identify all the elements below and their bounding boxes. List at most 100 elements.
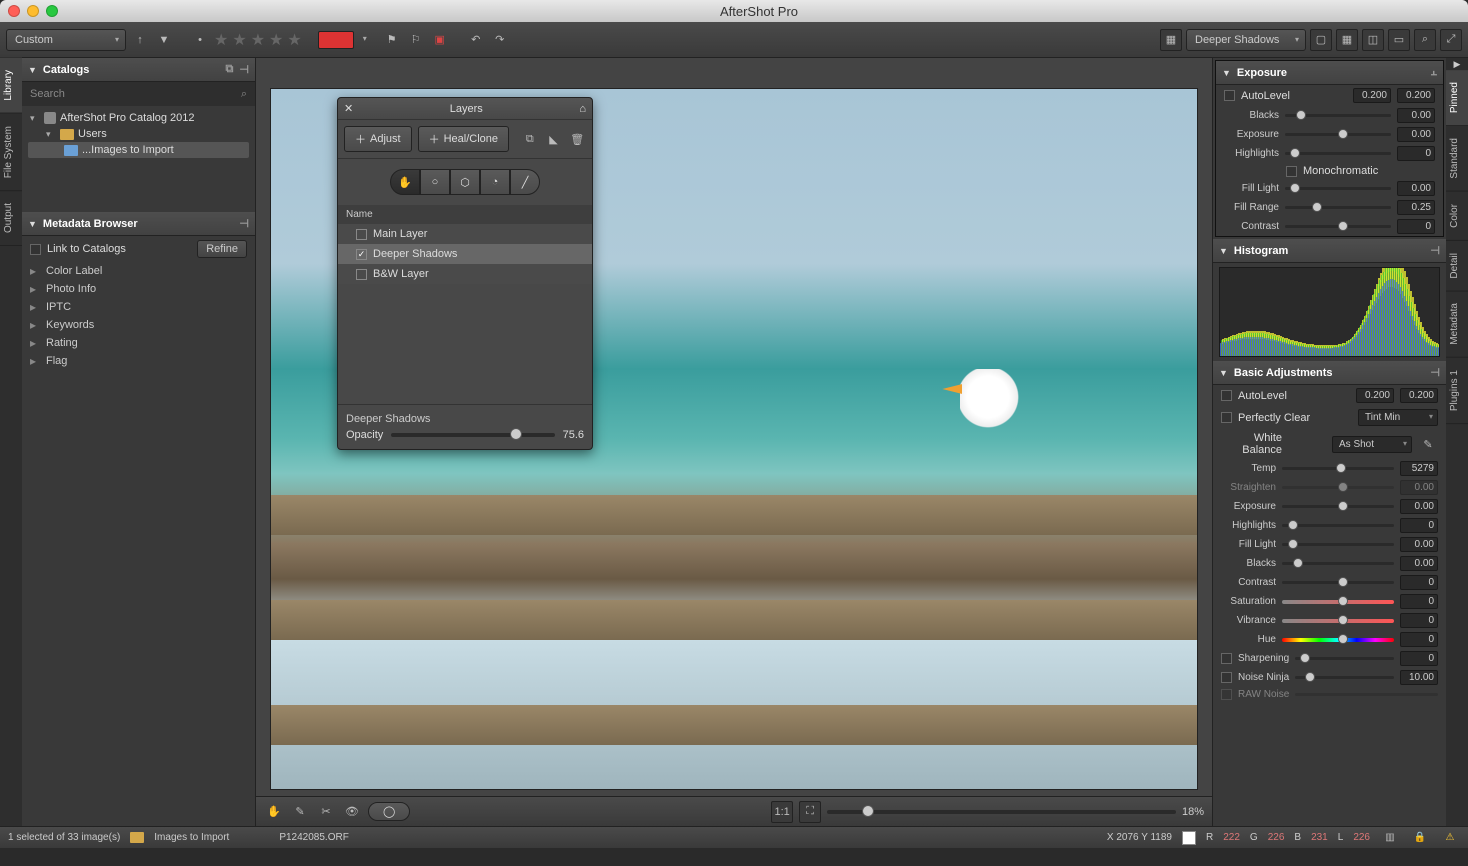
slider-value[interactable]: 0.00 (1397, 181, 1435, 196)
basic-al-v2[interactable]: 0.200 (1400, 388, 1438, 403)
curve-tool-icon[interactable]: ◔ (480, 169, 510, 195)
preset-dropdown[interactable]: Custom (6, 29, 126, 51)
pan-tool-icon[interactable]: ✋ (264, 802, 284, 822)
tab-file-system[interactable]: File System (0, 114, 22, 191)
catalog-users[interactable]: ▾ Users (28, 126, 249, 142)
zoom-window-button[interactable] (46, 5, 58, 17)
pin-icon[interactable]: ⊣ (1430, 244, 1440, 257)
basic-autolevel-checkbox[interactable] (1221, 390, 1232, 401)
close-icon[interactable]: ✕ (344, 102, 353, 115)
slider-track[interactable] (1282, 619, 1394, 623)
slider-track[interactable] (1285, 152, 1391, 155)
slider-track[interactable] (1285, 114, 1391, 117)
invert-icon[interactable]: ◣ (545, 129, 563, 149)
perfectly-clear-checkbox[interactable] (1221, 412, 1232, 423)
slider-track[interactable] (1285, 206, 1391, 209)
layers-icon[interactable]: ▦ (1160, 29, 1182, 51)
monitor-icon[interactable]: ▢ (1310, 29, 1332, 51)
circle-tool-icon[interactable]: ○ (420, 169, 450, 195)
slider-track[interactable] (1282, 505, 1394, 508)
slider-track[interactable] (1282, 467, 1394, 470)
home-icon[interactable]: ⌂ (579, 103, 586, 115)
reject-icon[interactable]: ▣ (430, 30, 450, 50)
dot-icon[interactable]: • (190, 30, 210, 50)
slider-value[interactable]: 0.25 (1397, 200, 1435, 215)
image-view-icon[interactable]: ▭ (1388, 29, 1410, 51)
refine-button[interactable]: Refine (197, 240, 247, 258)
metadata-item[interactable]: ▸Photo Info (22, 280, 255, 298)
slider-track[interactable] (1282, 486, 1394, 489)
tab-output[interactable]: Output (0, 191, 22, 246)
trash-icon[interactable]: 🗑 (568, 129, 586, 149)
flag-x-icon[interactable]: ⚐ (406, 30, 426, 50)
basic-al-v1[interactable]: 0.200 (1356, 388, 1394, 403)
pin-icon[interactable]: ⊣ (239, 63, 249, 76)
slider-value[interactable]: 0.00 (1400, 480, 1438, 495)
tab-standard[interactable]: Standard (1446, 126, 1468, 192)
slider-track[interactable] (1282, 524, 1394, 527)
slider-track[interactable] (1282, 600, 1394, 604)
eyedropper-icon[interactable]: ✎ (1418, 434, 1438, 454)
close-window-button[interactable] (8, 5, 20, 17)
layer-row[interactable]: Main Layer (338, 224, 592, 244)
split-view-icon[interactable]: ◫ (1362, 29, 1384, 51)
exposure-header[interactable]: ▼ Exposure ⫠ (1216, 61, 1443, 85)
rotate-cw-icon[interactable]: ↷ (490, 30, 510, 50)
pin-icon[interactable]: ⫠ (1430, 66, 1437, 79)
slider-track[interactable] (1285, 187, 1391, 190)
slider-value[interactable]: 0 (1400, 518, 1438, 533)
tab-pinned[interactable]: Pinned (1446, 70, 1468, 126)
layer-preset-dropdown[interactable]: Deeper Shadows (1186, 29, 1306, 51)
catalogs-header[interactable]: ▼ Catalogs ⧉ ⊣ (22, 58, 255, 82)
lock-icon[interactable]: 🔒 (1410, 828, 1430, 848)
brush-tool-icon[interactable]: ╱ (510, 169, 540, 195)
slider-value[interactable]: 0 (1400, 594, 1438, 609)
copy-icon[interactable]: ⧉ (226, 63, 234, 76)
slider-value[interactable]: 0 (1397, 219, 1435, 234)
layer-row[interactable]: ✓Deeper Shadows (338, 244, 592, 264)
slider-track[interactable] (1282, 638, 1394, 642)
catalog-root[interactable]: ▾ AfterShot Pro Catalog 2012 (28, 110, 249, 126)
sharpening-value[interactable]: 0 (1400, 651, 1438, 666)
redeye-icon[interactable]: 👁 (342, 802, 362, 822)
one-to-one-icon[interactable]: 1:1 (771, 801, 793, 823)
warning-icon[interactable]: ⚠ (1440, 828, 1460, 848)
noise-slider[interactable] (1295, 676, 1394, 679)
copy-layer-icon[interactable]: ⧉ (521, 129, 539, 149)
fullscreen-icon[interactable]: ⤢ (1440, 29, 1462, 51)
slider-value[interactable]: 5279 (1400, 461, 1438, 476)
layer-row[interactable]: B&W Layer (338, 264, 592, 284)
up-arrow-icon[interactable]: ↑ (130, 30, 150, 50)
autolevel-v1[interactable]: 0.200 (1353, 88, 1391, 103)
crop-icon[interactable]: ✂ (316, 802, 336, 822)
minimize-window-button[interactable] (27, 5, 39, 17)
slider-value[interactable]: 0.00 (1397, 108, 1435, 123)
tab-library[interactable]: Library (0, 58, 22, 114)
mono-checkbox[interactable] (1286, 166, 1297, 177)
tab-plugins[interactable]: Plugins 1 (1446, 358, 1468, 424)
slider-track[interactable] (1285, 225, 1391, 228)
layers-panel[interactable]: ✕ Layers ⌂ ＋Adjust ＋Heal/Clone ⧉ ◣ 🗑 ✋ ○… (337, 97, 593, 450)
histogram-header[interactable]: ▼ Histogram ⊣ (1213, 239, 1446, 263)
opacity-slider[interactable] (391, 433, 554, 437)
region-tool-icon[interactable]: ◯ (368, 802, 410, 821)
slider-value[interactable]: 0 (1400, 575, 1438, 590)
zoom-slider[interactable] (827, 810, 1176, 814)
link-checkbox[interactable] (30, 244, 41, 255)
slider-track[interactable] (1285, 133, 1391, 136)
grid-view-icon[interactable]: ▦ (1336, 29, 1358, 51)
autolevel-checkbox[interactable] (1224, 90, 1235, 101)
pin-icon[interactable]: ⊣ (239, 217, 249, 230)
slider-track[interactable] (1282, 562, 1394, 565)
raw-noise-checkbox[interactable] (1221, 689, 1232, 700)
basic-header[interactable]: ▼ Basic Adjustments ⊣ (1213, 361, 1446, 385)
polygon-tool-icon[interactable]: ⬡ (450, 169, 480, 195)
star-5-icon[interactable]: ★ (287, 30, 301, 50)
filter-icon[interactable]: ▼ (154, 30, 174, 50)
metadata-item[interactable]: ▸IPTC (22, 298, 255, 316)
tab-detail[interactable]: Detail (1446, 241, 1468, 292)
fit-icon[interactable]: ⛶ (799, 801, 821, 823)
metadata-item[interactable]: ▸Rating (22, 334, 255, 352)
slider-value[interactable]: 0.00 (1400, 556, 1438, 571)
eyedropper-icon[interactable]: ✎ (290, 802, 310, 822)
